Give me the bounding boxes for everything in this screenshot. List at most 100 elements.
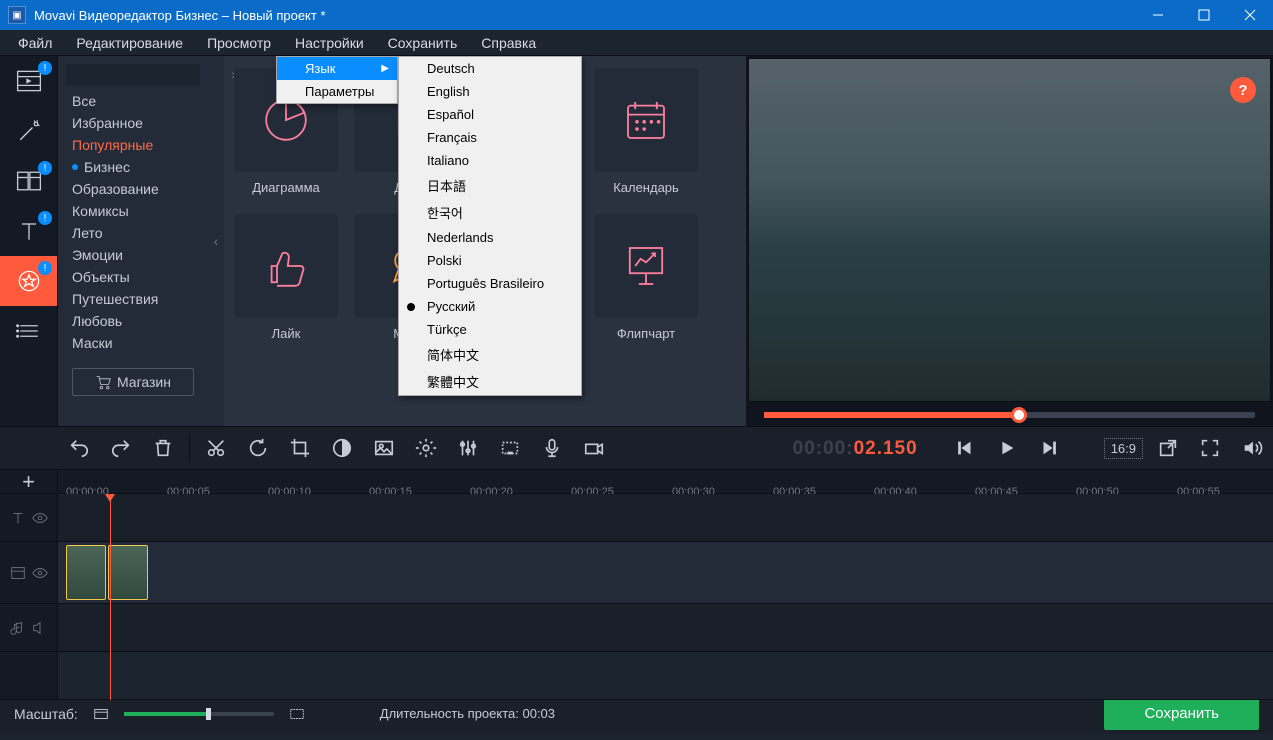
camera-button[interactable] bbox=[574, 428, 614, 468]
tab-transitions[interactable]: ! bbox=[0, 156, 57, 206]
language-option[interactable]: Português Brasileiro bbox=[399, 272, 581, 295]
prev-button[interactable] bbox=[945, 428, 985, 468]
menu-edit[interactable]: Редактирование bbox=[64, 31, 195, 55]
image-button[interactable] bbox=[364, 428, 404, 468]
collapse-categories[interactable]: ‹ bbox=[208, 56, 224, 426]
menu-item-language[interactable]: Язык▶ bbox=[277, 57, 397, 80]
add-track-button[interactable]: + bbox=[0, 470, 58, 493]
play-button[interactable] bbox=[987, 428, 1027, 468]
sticker-card[interactable]: Лайк bbox=[230, 214, 342, 352]
language-option[interactable]: Italiano bbox=[399, 149, 581, 172]
cart-icon bbox=[95, 374, 111, 390]
like-icon bbox=[259, 239, 313, 293]
gear-button[interactable] bbox=[406, 428, 446, 468]
track-text[interactable] bbox=[0, 494, 1273, 542]
menu-save-as[interactable]: Сохранить bbox=[376, 31, 470, 55]
preview-viewport[interactable]: ? bbox=[748, 58, 1271, 402]
menu-help[interactable]: Справка bbox=[469, 31, 548, 55]
delete-button[interactable] bbox=[143, 428, 183, 468]
fullscreen-button[interactable] bbox=[1190, 428, 1230, 468]
language-option[interactable]: Türkçe bbox=[399, 318, 581, 341]
tab-more[interactable] bbox=[0, 306, 57, 356]
window-title: Movavi Видеоредактор Бизнес – Новый прое… bbox=[34, 8, 1135, 23]
menu-item-parameters[interactable]: Параметры bbox=[277, 80, 397, 103]
menu-settings[interactable]: Настройки bbox=[283, 31, 376, 55]
window-titlebar: ▣ Movavi Видеоредактор Бизнес – Новый пр… bbox=[0, 0, 1273, 30]
search-box[interactable]: × bbox=[66, 64, 200, 86]
zoom-fit-icon[interactable] bbox=[92, 705, 110, 723]
language-option[interactable]: English bbox=[399, 80, 581, 103]
cut-button[interactable] bbox=[196, 428, 236, 468]
tab-filters[interactable] bbox=[0, 106, 57, 156]
category-item[interactable]: Бизнес bbox=[58, 156, 208, 178]
sticker-card[interactable]: Флипчарт bbox=[590, 214, 702, 352]
help-button[interactable]: ? bbox=[1230, 77, 1256, 103]
category-item[interactable]: Маски bbox=[58, 332, 208, 354]
shop-button[interactable]: Магазин bbox=[72, 368, 194, 396]
category-item[interactable]: Любовь bbox=[58, 310, 208, 332]
text-track-icon bbox=[9, 509, 27, 527]
category-item[interactable]: Все bbox=[58, 90, 208, 112]
tab-stickers[interactable]: ! bbox=[0, 256, 57, 306]
undo-button[interactable] bbox=[59, 428, 99, 468]
category-item[interactable]: Комиксы bbox=[58, 200, 208, 222]
category-item[interactable]: Популярные bbox=[58, 134, 208, 156]
language-option[interactable]: Español bbox=[399, 103, 581, 126]
badge-icon: ! bbox=[38, 61, 52, 75]
scrubber-knob[interactable] bbox=[1011, 407, 1027, 423]
track-empty bbox=[0, 652, 1273, 700]
tab-titles[interactable]: ! bbox=[0, 206, 57, 256]
timeline-playhead[interactable] bbox=[110, 494, 111, 700]
language-option[interactable]: Nederlands bbox=[399, 226, 581, 249]
sticker-card[interactable]: Календарь bbox=[590, 68, 702, 206]
video-clip-1[interactable] bbox=[66, 545, 106, 600]
preview-scrubber[interactable] bbox=[764, 412, 1255, 418]
language-option[interactable]: 日本語 bbox=[399, 172, 581, 199]
tab-media[interactable]: ! bbox=[0, 56, 57, 106]
crop-button[interactable] bbox=[280, 428, 320, 468]
color-button[interactable] bbox=[322, 428, 362, 468]
minimize-button[interactable] bbox=[1135, 0, 1181, 30]
zoom-full-icon[interactable] bbox=[288, 705, 306, 723]
category-item[interactable]: Лето bbox=[58, 222, 208, 244]
video-track-icon bbox=[9, 564, 27, 582]
export-button[interactable]: Сохранить bbox=[1104, 697, 1259, 730]
language-option[interactable]: Polski bbox=[399, 249, 581, 272]
zoom-slider[interactable] bbox=[124, 712, 274, 716]
next-button[interactable] bbox=[1029, 428, 1069, 468]
close-button[interactable] bbox=[1227, 0, 1273, 30]
eye-icon bbox=[31, 564, 49, 582]
aspect-ratio[interactable]: 16:9 bbox=[1104, 438, 1143, 459]
category-item[interactable]: Объекты bbox=[58, 266, 208, 288]
category-item[interactable]: Избранное bbox=[58, 112, 208, 134]
mic-button[interactable] bbox=[532, 428, 572, 468]
equalizer-button[interactable] bbox=[448, 428, 488, 468]
popout-button[interactable] bbox=[1148, 428, 1188, 468]
record-button[interactable] bbox=[490, 428, 530, 468]
track-video[interactable] bbox=[0, 542, 1273, 604]
toolbar: 00:00:02.150 16:9 bbox=[0, 426, 1273, 470]
language-dropdown: DeutschEnglishEspañolFrançaisItaliano日本語… bbox=[398, 56, 582, 396]
category-item[interactable]: Образование bbox=[58, 178, 208, 200]
timeline: + 00:00:0000:00:0500:00:1000:00:1500:00:… bbox=[0, 470, 1273, 692]
volume-button[interactable] bbox=[1232, 428, 1272, 468]
video-clip-2[interactable] bbox=[108, 545, 148, 600]
settings-dropdown: Язык▶ Параметры bbox=[276, 56, 398, 104]
category-item[interactable]: Путешествия bbox=[58, 288, 208, 310]
rotate-button[interactable] bbox=[238, 428, 278, 468]
preview-panel: ? bbox=[746, 56, 1273, 426]
category-item[interactable]: Эмоции bbox=[58, 244, 208, 266]
language-option[interactable]: Русский bbox=[399, 295, 581, 318]
language-option[interactable]: 简体中文 bbox=[399, 341, 581, 368]
menu-file[interactable]: Файл bbox=[6, 31, 64, 55]
track-audio[interactable] bbox=[0, 604, 1273, 652]
timeline-ruler[interactable]: + 00:00:0000:00:0500:00:1000:00:1500:00:… bbox=[0, 470, 1273, 494]
language-option[interactable]: Deutsch bbox=[399, 57, 581, 80]
redo-button[interactable] bbox=[101, 428, 141, 468]
language-option[interactable]: 繁體中文 bbox=[399, 368, 581, 395]
calendar-icon bbox=[619, 93, 673, 147]
menu-view[interactable]: Просмотр bbox=[195, 31, 283, 55]
language-option[interactable]: Français bbox=[399, 126, 581, 149]
maximize-button[interactable] bbox=[1181, 0, 1227, 30]
language-option[interactable]: 한국어 bbox=[399, 199, 581, 226]
